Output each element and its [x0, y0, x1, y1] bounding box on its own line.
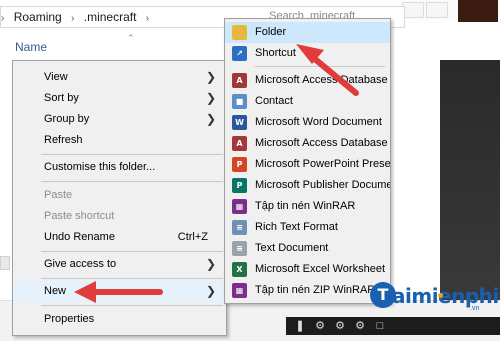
arrow-to-folder [296, 44, 359, 96]
watermark-dot [438, 293, 443, 298]
watermark-suffix: .vn [470, 305, 480, 312]
arrow-to-new [74, 281, 163, 303]
watermark-text: aimienphi [392, 284, 499, 308]
